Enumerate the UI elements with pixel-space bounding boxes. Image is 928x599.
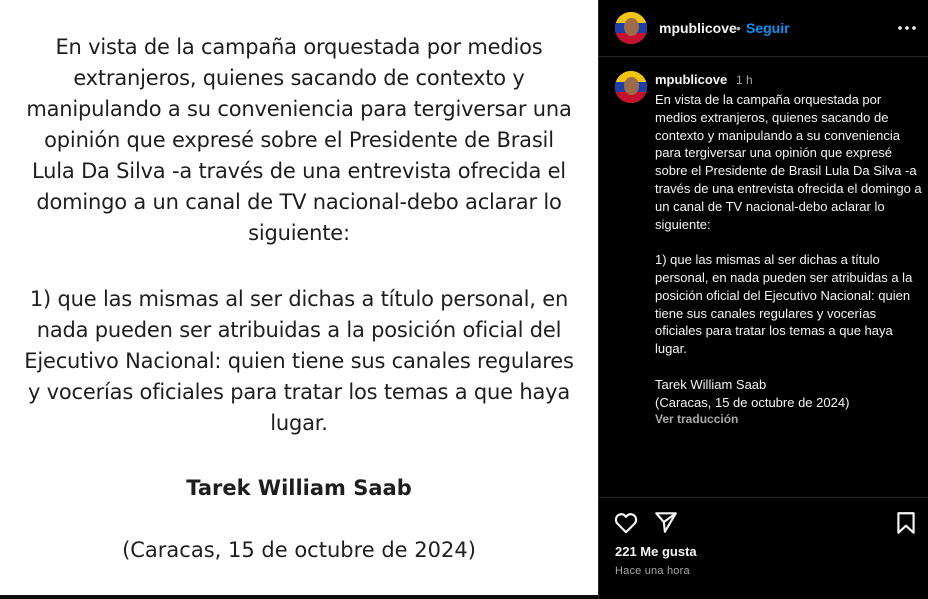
image-paragraph-2: 1) que las mismas al ser dichas a título… [24,287,574,435]
likes-count[interactable]: 221 Me gusta [615,544,697,559]
caption-avatar[interactable] [615,71,647,103]
caption-username[interactable]: mpublicove [655,72,727,87]
caption-text: En vista de la campaña orquestada por me… [655,92,922,410]
send-icon[interactable] [653,509,679,535]
heart-icon[interactable] [613,510,639,536]
more-options-icon[interactable] [895,18,919,38]
post-sidebar: mpublicove • Seguir mpublicove 1 h En vi… [598,0,928,599]
see-translation-link[interactable]: Ver traducción [655,412,738,426]
post-timestamp[interactable]: Hace una hora [615,565,690,577]
actions-bar: 221 Me gusta Hace una hora [599,497,928,599]
image-paragraph-1: En vista de la campaña orquestada por me… [26,35,572,245]
bookmark-icon[interactable] [893,510,919,536]
caption-section: mpublicove 1 h En vista de la campaña or… [599,57,928,497]
avatar[interactable] [615,12,647,44]
post-image[interactable]: En vista de la campaña orquestada por me… [0,0,598,599]
image-date: (Caracas, 15 de octubre de 2024) [122,538,476,562]
header-username[interactable]: mpublicove [659,20,737,36]
caption-time[interactable]: 1 h [736,73,753,87]
post-header: mpublicove • Seguir [599,0,928,57]
header-separator: • [736,20,741,36]
image-bottom-border [0,595,598,599]
image-signature: Tarek William Saab [186,476,412,500]
follow-button[interactable]: Seguir [746,20,790,36]
